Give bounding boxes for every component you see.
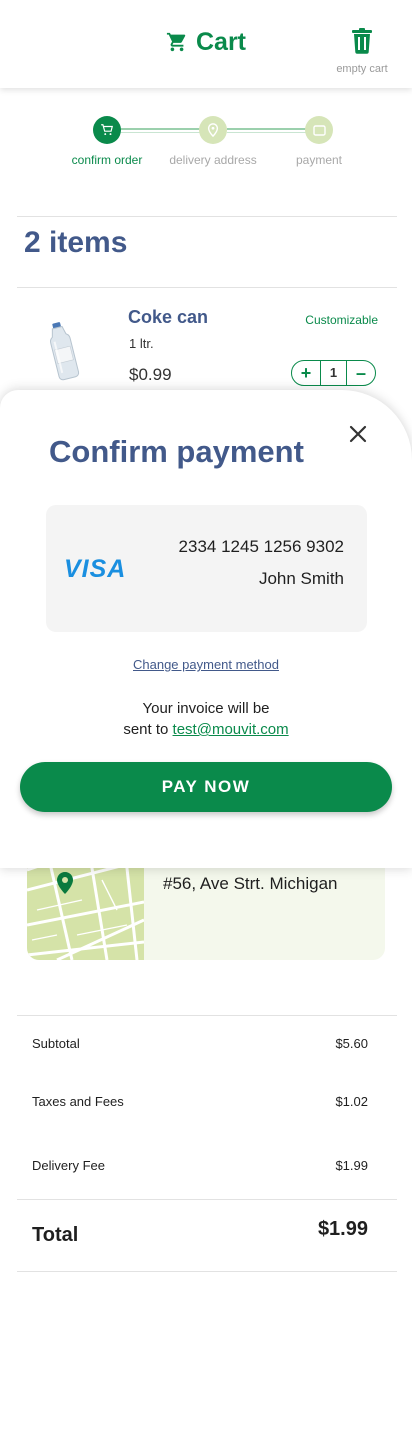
- change-payment-link[interactable]: Change payment method: [0, 657, 412, 672]
- delivery-address-text: #56, Ave Strt. Michigan: [163, 874, 338, 893]
- total-label: Total: [32, 1224, 79, 1246]
- invoice-note: Your invoice will be sent to test@mouvit…: [0, 698, 412, 740]
- card-icon: [312, 124, 326, 136]
- confirm-payment-sheet: Confirm payment VISA 2334 1245 1256 9302…: [0, 390, 412, 868]
- step-dot: [93, 116, 121, 144]
- card-holder: John Smith: [258, 569, 344, 588]
- step-label: delivery address: [169, 153, 257, 167]
- quantity-value: 1: [320, 361, 347, 385]
- step-dot: [305, 116, 333, 144]
- product-size: 1 ltr.: [129, 336, 154, 351]
- total-value: $1.99: [317, 1218, 368, 1240]
- trash-icon: [352, 28, 372, 54]
- close-icon[interactable]: [346, 422, 370, 446]
- product-name: Coke can: [128, 307, 209, 327]
- modal-title: Confirm payment: [49, 434, 304, 469]
- taxes-label: Taxes and Fees: [32, 1094, 124, 1109]
- taxes-row: Taxes and Fees $1.02: [32, 1094, 368, 1109]
- decrement-button[interactable]: –: [347, 361, 375, 385]
- step-delivery-address[interactable]: delivery address: [158, 112, 268, 167]
- empty-cart-label: empty cart: [336, 63, 388, 75]
- divider: [17, 287, 397, 288]
- visa-logo: VISA: [64, 555, 127, 583]
- total-row: Total $1.99: [32, 1218, 368, 1247]
- taxes-value: $1.02: [335, 1094, 368, 1109]
- divider: [17, 1271, 397, 1272]
- card-number: 2334 1245 1256 9302: [178, 537, 344, 556]
- customizable-link[interactable]: Customizable: [305, 313, 378, 327]
- invoice-line2: sent to test@mouvit.com: [0, 719, 412, 740]
- step-label: confirm order: [71, 153, 143, 167]
- delivery-fee-value: $1.99: [335, 1158, 368, 1173]
- location-pin-icon: [207, 123, 219, 137]
- increment-button[interactable]: +: [292, 361, 320, 385]
- step-label: payment: [295, 153, 343, 167]
- invoice-email-link[interactable]: test@mouvit.com: [173, 721, 289, 738]
- step-confirm-order[interactable]: confirm order: [52, 112, 162, 167]
- divider: [17, 216, 397, 217]
- subtotal-label: Subtotal: [32, 1036, 80, 1051]
- delivery-fee-row: Delivery Fee $1.99: [32, 1158, 368, 1173]
- quantity-stepper: + 1 –: [291, 360, 376, 386]
- pay-now-button[interactable]: PAY NOW: [20, 762, 392, 812]
- step-dot: [199, 116, 227, 144]
- divider: [17, 1199, 397, 1200]
- page-title-text: Cart: [195, 28, 246, 56]
- cart-icon: [101, 124, 113, 136]
- product-price: $0.99: [129, 365, 172, 384]
- divider: [17, 1015, 397, 1016]
- payment-card[interactable]: VISA 2334 1245 1256 9302 John Smith: [46, 505, 367, 632]
- app-header: Cart empty cart: [0, 0, 412, 88]
- invoice-prefix: sent to: [123, 721, 169, 738]
- subtotal-row: Subtotal $5.60: [32, 1036, 368, 1051]
- delivery-fee-label: Delivery Fee: [32, 1158, 105, 1173]
- cart-item[interactable]: Coke can 1 ltr. $0.99 Customizable + 1 –: [0, 300, 412, 400]
- subtotal-value: $5.60: [335, 1036, 368, 1051]
- empty-cart-button[interactable]: empty cart: [332, 28, 392, 75]
- product-image: [49, 322, 80, 381]
- invoice-line1: Your invoice will be: [142, 700, 270, 717]
- cart-icon: [166, 32, 186, 52]
- items-count: 2 items: [24, 226, 128, 259]
- checkout-stepper: confirm order delivery address payment: [0, 112, 412, 172]
- step-payment[interactable]: payment: [264, 112, 374, 167]
